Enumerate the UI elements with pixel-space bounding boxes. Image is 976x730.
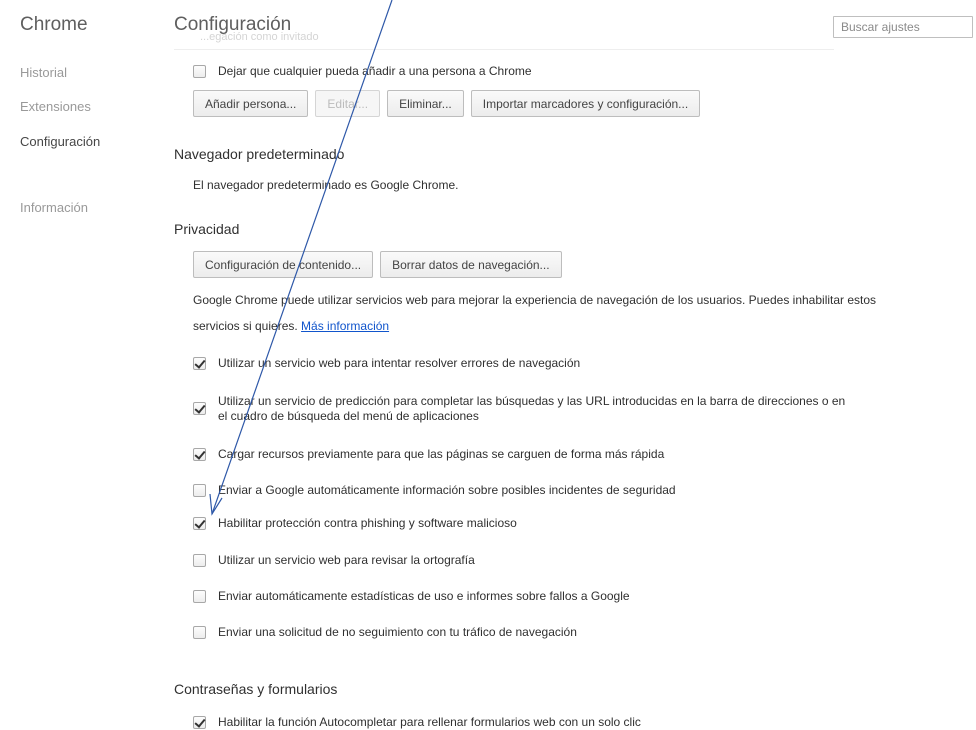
privacy-option-spellcheck[interactable]: Utilizar un servicio web para revisar la… — [193, 553, 475, 568]
privacy-buttons: Configuración de contenido... Borrar dat… — [193, 251, 562, 278]
sidebar-item-informacion[interactable]: Información — [20, 200, 88, 215]
edit-person-button[interactable]: Editar... — [315, 90, 381, 117]
clear-browsing-data-button[interactable]: Borrar datos de navegación... — [380, 251, 562, 278]
sidebar-item-historial[interactable]: Historial — [20, 65, 67, 80]
checkbox[interactable] — [193, 402, 206, 415]
default-browser-text: El navegador predeterminado es Google Ch… — [193, 178, 459, 192]
sidebar-item-extensiones[interactable]: Extensiones — [20, 99, 91, 114]
checkbox-label: Utilizar un servicio web para revisar la… — [218, 553, 475, 567]
checkbox[interactable] — [193, 626, 206, 639]
privacy-option-usage-stats[interactable]: Enviar automáticamente estadísticas de u… — [193, 589, 630, 604]
passwords-title: Contraseñas y formularios — [174, 681, 338, 697]
checkbox[interactable] — [193, 65, 206, 78]
brand-title: Chrome — [20, 14, 88, 35]
privacy-option-preload[interactable]: Cargar recursos previamente para que las… — [193, 447, 664, 462]
faded-guest-text: ...egación como invitado — [200, 31, 319, 43]
checkbox[interactable] — [193, 554, 206, 567]
checkbox-label: Habilitar protección contra phishing y s… — [218, 516, 517, 530]
checkbox[interactable] — [193, 590, 206, 603]
checkbox-label: Habilitar la función Autocompletar para … — [218, 715, 641, 729]
checkbox-label: Dejar que cualquier pueda añadir a una p… — [218, 64, 532, 78]
checkbox-label: Utilizar un servicio de predicción para … — [218, 394, 846, 423]
privacy-description-text: Google Chrome puede utilizar servicios w… — [193, 293, 877, 333]
add-person-button[interactable]: Añadir persona... — [193, 90, 309, 117]
privacy-option-do-not-track[interactable]: Enviar una solicitud de no seguimiento c… — [193, 625, 577, 640]
import-bookmarks-button[interactable]: Importar marcadores y configuración... — [470, 90, 701, 117]
privacy-description: Google Chrome puede utilizar servicios w… — [193, 287, 913, 339]
privacy-title: Privacidad — [174, 221, 240, 237]
more-info-link[interactable]: Más información — [301, 319, 389, 333]
content-settings-button[interactable]: Configuración de contenido... — [193, 251, 374, 278]
checkbox[interactable] — [193, 716, 206, 729]
sidebar-item-configuracion[interactable]: Configuración — [20, 134, 100, 149]
checkbox-label: Enviar automáticamente estadísticas de u… — [218, 589, 630, 603]
search-input[interactable] — [833, 16, 973, 38]
checkbox[interactable] — [193, 448, 206, 461]
checkbox[interactable] — [193, 357, 206, 370]
delete-person-button[interactable]: Eliminar... — [387, 90, 464, 117]
privacy-option-phishing[interactable]: Habilitar protección contra phishing y s… — [193, 516, 517, 531]
checkbox-label: Enviar a Google automáticamente informac… — [218, 483, 676, 497]
default-browser-title: Navegador predeterminado — [174, 146, 345, 162]
checkbox[interactable] — [193, 517, 206, 530]
sidebar: Chrome Historial Extensiones Configuraci… — [0, 0, 150, 727]
header-divider — [174, 49, 834, 50]
autofill-option[interactable]: Habilitar la función Autocompletar para … — [193, 715, 641, 730]
checkbox-label: Cargar recursos previamente para que las… — [218, 447, 665, 461]
checkbox-label: Utilizar un servicio web para intentar r… — [218, 356, 581, 370]
checkbox[interactable] — [193, 484, 206, 497]
add-person-option[interactable]: Dejar que cualquier pueda añadir a una p… — [193, 64, 532, 79]
people-buttons: Añadir persona... Editar... Eliminar... … — [193, 90, 701, 117]
privacy-option-security-incidents[interactable]: Enviar a Google automáticamente informac… — [193, 483, 676, 498]
checkbox-label: Enviar una solicitud de no seguimiento c… — [218, 625, 577, 639]
privacy-option-nav-errors[interactable]: Utilizar un servicio web para intentar r… — [193, 356, 580, 371]
privacy-option-prediction[interactable]: Utilizar un servicio de predicción para … — [193, 394, 853, 424]
